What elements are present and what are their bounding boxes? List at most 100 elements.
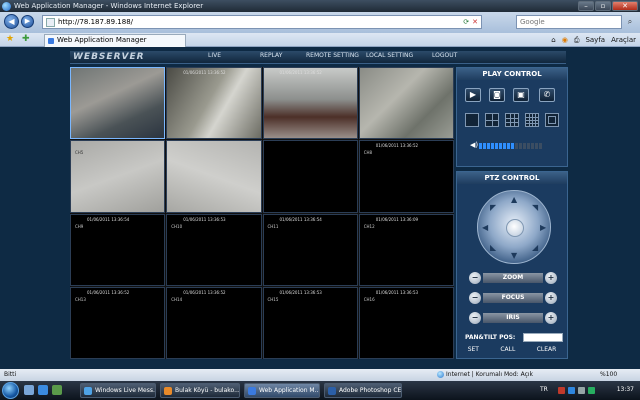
- zoom-out-button[interactable]: −: [469, 272, 481, 284]
- camera-cell[interactable]: 01/06/2011 13:36:53 CH16: [358, 286, 454, 359]
- volume-slider[interactable]: [479, 143, 545, 149]
- call-button[interactable]: CALL: [500, 346, 515, 358]
- menu-remote-setting[interactable]: REMOTE SETTING: [306, 52, 359, 59]
- tray-network-icon[interactable]: [568, 387, 575, 394]
- forward-button[interactable]: ▶: [21, 15, 34, 28]
- arrow-up-icon[interactable]: ▲: [511, 195, 517, 204]
- start-button[interactable]: [2, 382, 19, 399]
- refresh-icon[interactable]: ⟳: [463, 18, 469, 26]
- page-icon: [46, 17, 55, 27]
- task-bulak-koyu[interactable]: Bulak Köyü - bulako...: [160, 383, 240, 398]
- feeds-icon[interactable]: ◉: [562, 34, 568, 46]
- fullscreen-icon[interactable]: [545, 113, 559, 127]
- ptz-control-title: PTZ CONTROL: [457, 172, 567, 184]
- minimize-button[interactable]: –: [578, 1, 594, 11]
- arrow-down-right-icon[interactable]: ◢: [532, 243, 538, 252]
- stop-icon[interactable]: ✕: [472, 18, 478, 26]
- camera-cell[interactable]: 01/06/2011 13:36:54 CH11: [262, 213, 358, 286]
- window-title: Web Application Manager - Windows Intern…: [14, 2, 204, 10]
- camera-cell[interactable]: CH5: [70, 140, 166, 213]
- arrow-down-left-icon[interactable]: ◣: [490, 243, 496, 252]
- camera-cell[interactable]: [262, 140, 358, 213]
- arrow-up-left-icon[interactable]: ◤: [490, 203, 496, 212]
- iris-plus-button[interactable]: +: [545, 312, 557, 324]
- camera-cell[interactable]: 01/06/2011 13:36:53 CH10: [166, 213, 262, 286]
- ie-logo-icon: [2, 1, 11, 11]
- ptz-control-panel: PTZ CONTROL ▲ ▼ ◀ ▶ ◤ ◥ ◣ ◢ − ZOOM + − F…: [456, 171, 568, 359]
- layout-1-icon[interactable]: [465, 113, 479, 127]
- menu-live[interactable]: LIVE: [208, 52, 221, 59]
- status-text: Bitti: [4, 371, 17, 378]
- show-desktop-icon[interactable]: [24, 385, 34, 395]
- talk-phone-icon[interactable]: ✆: [539, 88, 555, 102]
- zoom-in-button[interactable]: +: [545, 272, 557, 284]
- language-indicator[interactable]: TR: [540, 386, 548, 393]
- task-windows-live-messenger[interactable]: Windows Live Mess...: [80, 383, 156, 398]
- close-button[interactable]: ✕: [612, 1, 638, 11]
- back-button[interactable]: ◀: [4, 14, 19, 29]
- iris-minus-button[interactable]: −: [469, 312, 481, 324]
- camera-cell[interactable]: 01/06/2011 13:36:52 CH8: [358, 140, 454, 213]
- page-menu[interactable]: Sayfa: [585, 34, 605, 46]
- home-icon[interactable]: ⌂: [551, 34, 555, 46]
- layout-9-icon[interactable]: [505, 113, 519, 127]
- camera-cell[interactable]: 01/06/2011 13:36:52 CH14: [166, 286, 262, 359]
- ptz-center-button[interactable]: [506, 219, 524, 237]
- layout-16-icon[interactable]: [525, 113, 539, 127]
- maximize-button[interactable]: ▫: [595, 1, 611, 11]
- layout-4-icon[interactable]: [485, 113, 499, 127]
- arrow-right-icon[interactable]: ▶: [540, 223, 546, 232]
- tray-security-icon[interactable]: [588, 387, 595, 394]
- play-icon[interactable]: ▶: [465, 88, 481, 102]
- play-control-title: PLAY CONTROL: [457, 68, 567, 80]
- camera-cell[interactable]: 01/06/2011 13:36:54 CH9: [70, 213, 166, 286]
- ie-quicklaunch-icon[interactable]: [38, 385, 48, 395]
- camera-cell[interactable]: 01/06/2011 13:36:52 CH13: [70, 286, 166, 359]
- url-text[interactable]: http://78.187.89.188/: [58, 18, 133, 26]
- clock[interactable]: 13:37: [617, 386, 634, 393]
- arrow-left-icon[interactable]: ◀: [482, 223, 488, 232]
- menu-replay[interactable]: REPLAY: [260, 52, 282, 59]
- focus-plus-button[interactable]: +: [545, 292, 557, 304]
- security-zone[interactable]: Internet | Korumalı Mod: Açık: [446, 371, 533, 378]
- arrow-down-icon[interactable]: ▼: [511, 251, 517, 260]
- tools-menu[interactable]: Araçlar: [611, 34, 636, 46]
- menu-logout[interactable]: LOGOUT: [432, 52, 457, 59]
- speaker-icon[interactable]: ◀): [470, 141, 478, 149]
- search-input[interactable]: Google: [516, 15, 622, 29]
- record-video-icon[interactable]: ▣: [513, 88, 529, 102]
- tray-app-icon[interactable]: [558, 387, 565, 394]
- clear-button[interactable]: CLEAR: [537, 346, 557, 358]
- add-favorites-icon[interactable]: ✚: [22, 34, 30, 44]
- camera-cell[interactable]: 01/06/2011 13:36:52: [262, 67, 358, 140]
- switch-windows-icon[interactable]: [52, 385, 62, 395]
- pan-tilt-input[interactable]: [523, 333, 563, 342]
- camera-cell[interactable]: 01/06/2011 13:36:52: [166, 67, 262, 140]
- ptz-direction-pad[interactable]: ▲ ▼ ◀ ▶ ◤ ◥ ◣ ◢: [477, 190, 551, 264]
- address-bar[interactable]: http://78.187.89.188/ ⟳ ✕: [42, 15, 482, 29]
- dvr-web-page: WEBSERVER LIVE REPLAY REMOTE SETTING LOC…: [0, 47, 640, 369]
- system-tray: TR 13:37: [540, 383, 640, 398]
- play-control-panel: PLAY CONTROL ▶ ◙ ▣ ✆ ◀): [456, 67, 568, 167]
- snapshot-camera-icon[interactable]: ◙: [489, 88, 505, 102]
- zoom-level[interactable]: %100: [600, 371, 617, 378]
- preset-actions: SET CALL CLEAR: [457, 346, 567, 358]
- camera-cell[interactable]: [166, 140, 262, 213]
- print-icon[interactable]: ⎙: [574, 34, 580, 46]
- tab-web-application-manager[interactable]: Web Application Manager: [44, 34, 186, 47]
- camera-cell[interactable]: 01/06/2011 13:36:09 CH12: [358, 213, 454, 286]
- command-bar: ⌂ ◉ ⎙ Sayfa Araçlar: [551, 34, 636, 46]
- focus-minus-button[interactable]: −: [469, 292, 481, 304]
- tray-volume-icon[interactable]: [578, 387, 585, 394]
- search-icon[interactable]: ⌕: [624, 16, 636, 28]
- favorites-star-icon[interactable]: ★: [6, 34, 14, 44]
- status-bar: Bitti Internet | Korumalı Mod: Açık %100: [0, 369, 640, 381]
- arrow-up-right-icon[interactable]: ◥: [532, 203, 538, 212]
- menu-local-setting[interactable]: LOCAL SETTING: [366, 52, 413, 59]
- task-adobe-photoshop[interactable]: Adobe Photoshop CE: [324, 383, 402, 398]
- camera-cell[interactable]: [70, 67, 166, 140]
- camera-cell[interactable]: 01/06/2011 13:36:53 CH15: [262, 286, 358, 359]
- task-web-application-manager[interactable]: Web Application M...: [244, 383, 320, 398]
- camera-cell[interactable]: [358, 67, 454, 140]
- set-button[interactable]: SET: [468, 346, 479, 358]
